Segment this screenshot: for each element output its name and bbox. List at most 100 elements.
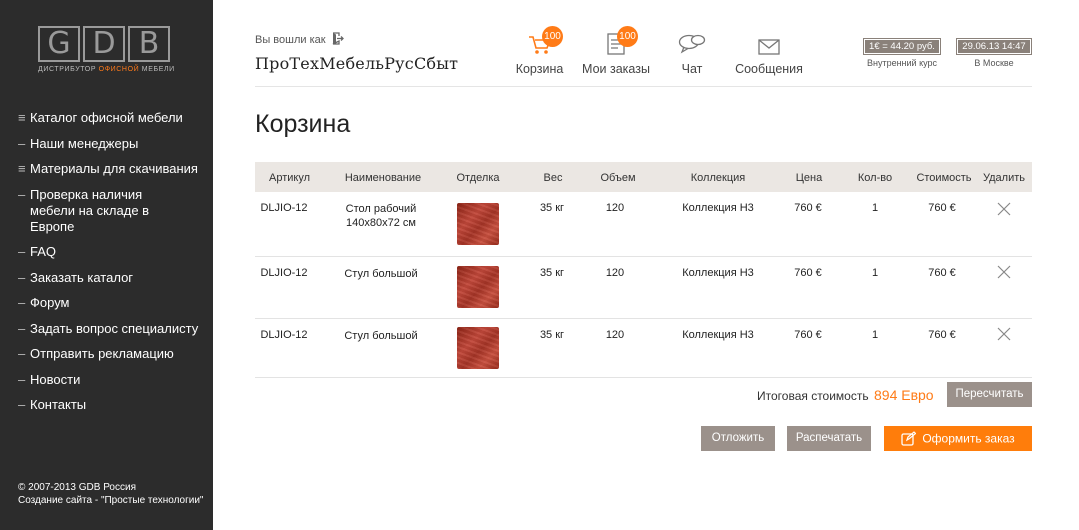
nav-chat-label: Чат xyxy=(681,62,703,76)
dash-icon: – xyxy=(18,397,26,412)
dash-icon: – xyxy=(18,371,26,387)
logout-icon[interactable] xyxy=(332,32,344,48)
cell-weight: 35 кг xyxy=(539,329,565,341)
finish-swatch[interactable] xyxy=(457,327,499,369)
sidebar-item-ask-specialist[interactable]: – Задать вопрос специалисту xyxy=(18,321,198,337)
cell-price: 760 € xyxy=(794,202,822,214)
logo[interactable]: G D B ДИСТРИБУТОР ОФИСНОЙ МЕБЕЛИ xyxy=(38,26,178,73)
sidebar-item-forum[interactable]: – Форум xyxy=(18,295,198,311)
copyright-text: © 2007-2013 GDB Россия xyxy=(18,482,136,493)
cell-qty[interactable]: 1 xyxy=(860,329,890,341)
cell-volume: 120 xyxy=(605,202,625,214)
finish-swatch[interactable] xyxy=(457,203,499,245)
sidebar-item-stock-check[interactable]: – Проверка наличия мебели на складе в Евр… xyxy=(18,187,198,235)
sidebar-item-label: Материалы для скачивания xyxy=(30,161,198,176)
page-title: Корзина xyxy=(255,110,351,138)
cell-weight: 35 кг xyxy=(539,267,565,279)
sidebar-item-contacts[interactable]: – Контакты xyxy=(18,397,198,413)
cell-qty[interactable]: 1 xyxy=(860,202,890,214)
dash-icon: – xyxy=(18,269,26,285)
orders-count-badge: 100 xyxy=(617,26,638,47)
col-header-name: Наименование xyxy=(344,172,422,184)
menu-expand-icon: ≡ xyxy=(18,161,26,176)
cell-name: Стул большой xyxy=(344,268,418,280)
sidebar-menu: ≡ Каталог офисной мебели – Наши менеджеры … xyxy=(18,110,198,423)
nav-chat[interactable]: Чат xyxy=(672,28,712,76)
cell-qty[interactable]: 1 xyxy=(860,267,890,279)
sidebar-item-downloads[interactable]: ≡ Материалы для скачивания xyxy=(18,161,198,177)
dash-icon: – xyxy=(18,244,26,259)
nav-my-orders-label: Мои заказы xyxy=(582,62,650,76)
sidebar: G D B ДИСТРИБУТОР ОФИСНОЙ МЕБЕЛИ ≡ Катало… xyxy=(0,0,213,530)
finish-swatch[interactable] xyxy=(457,266,499,308)
cell-price: 760 € xyxy=(794,329,822,341)
postpone-button[interactable]: Отложить xyxy=(701,426,775,451)
tagline-accent: ОФИСНОЙ xyxy=(98,66,140,73)
tagline-part: МЕБЕЛИ xyxy=(139,66,175,73)
sidebar-item-label: Заказать каталог xyxy=(30,269,134,285)
nav-cart-label: Корзина xyxy=(515,62,564,76)
logo-letter: D xyxy=(83,26,125,62)
nav-messages-label: Сообщения xyxy=(735,62,803,76)
col-header-volume: Объем xyxy=(600,172,636,184)
checkout-button[interactable]: Оформить заказ xyxy=(884,426,1032,451)
sidebar-item-complaint[interactable]: – Отправить рекламацию xyxy=(18,346,198,362)
col-header-finish: Отделка xyxy=(456,172,500,184)
cell-weight: 35 кг xyxy=(539,202,565,214)
datetime-value: 29.06.13 14:47 xyxy=(956,38,1032,55)
dash-icon: – xyxy=(18,295,26,310)
recalculate-button[interactable]: Пересчитать xyxy=(947,382,1032,407)
cell-article: DLJIO-12 xyxy=(260,329,308,341)
datetime-caption: В Москве xyxy=(974,58,1014,68)
logo-letter: G xyxy=(38,26,80,62)
sidebar-item-label: FAQ xyxy=(30,244,57,259)
chat-icon xyxy=(678,33,706,58)
sidebar-item-label: Проверка наличия мебели на складе в Евро… xyxy=(30,186,150,234)
sidebar-item-catalog[interactable]: ≡ Каталог офисной мебели xyxy=(18,110,198,126)
cart-count-badge: 100 xyxy=(542,26,563,47)
total-value: 894 Евро xyxy=(874,387,934,403)
col-header-article: Артикул xyxy=(268,172,310,184)
nav-messages[interactable]: Сообщения xyxy=(733,28,805,76)
dash-icon: – xyxy=(18,320,26,336)
site-credit-link[interactable]: Создание сайта - "Простые технологии" xyxy=(18,494,203,507)
exchange-rate-value: 1€ = 44.20 руб. xyxy=(863,38,941,55)
nav-my-orders[interactable]: 100 Мои заказы xyxy=(581,26,651,76)
sidebar-item-label: Задать вопрос специалисту xyxy=(30,320,199,336)
sidebar-item-faq[interactable]: – FAQ xyxy=(18,244,198,260)
sidebar-item-label: Форум xyxy=(30,295,70,310)
cell-collection: Коллекция Н3 xyxy=(682,202,754,214)
sidebar-footer: © 2007-2013 GDB Россия Создание сайта - … xyxy=(18,481,203,507)
col-header-weight: Вес xyxy=(543,172,563,184)
cell-name: Стул большой xyxy=(344,330,418,342)
col-header-collection: Коллекция xyxy=(690,172,746,184)
sidebar-item-label: Контакты xyxy=(30,397,87,412)
table-row: DLJIO-12 Стул большой 35 кг 120 Коллекци… xyxy=(255,257,1032,319)
header-divider xyxy=(255,86,1032,87)
delete-icon[interactable] xyxy=(997,202,1011,216)
company-name: ПроТехМебельРусСбыт xyxy=(255,54,459,73)
sidebar-item-label: Наши менеджеры xyxy=(30,135,139,151)
dash-icon: – xyxy=(18,346,26,361)
exchange-rate-box: 1€ = 44.20 руб. Внутренний курс xyxy=(862,36,942,68)
menu-expand-icon: ≡ xyxy=(18,110,26,125)
col-header-delete: Удалить xyxy=(983,172,1025,184)
exchange-rate-caption: Внутренний курс xyxy=(866,58,938,68)
sidebar-item-news[interactable]: – Новости xyxy=(18,372,198,388)
cell-article: DLJIO-12 xyxy=(260,267,308,279)
logged-in-label: Вы вошли как xyxy=(255,34,326,46)
sidebar-item-label: Новости xyxy=(30,371,81,387)
cell-name: Стол рабочий 140x80x72 см xyxy=(345,203,417,229)
nav-cart[interactable]: 100 Корзина xyxy=(512,26,567,76)
logo-tagline: ДИСТРИБУТОР ОФИСНОЙ МЕБЕЛИ xyxy=(38,66,178,73)
sidebar-item-managers[interactable]: – Наши менеджеры xyxy=(18,136,198,152)
print-button[interactable]: Распечатать xyxy=(787,426,871,451)
delete-icon[interactable] xyxy=(997,327,1011,341)
cell-volume: 120 xyxy=(605,267,625,279)
cell-collection: Коллекция Н3 xyxy=(682,329,754,341)
sidebar-item-label: Отправить рекламацию xyxy=(30,346,174,361)
col-header-cost: Стоимость xyxy=(916,172,972,184)
cell-collection: Коллекция Н3 xyxy=(682,267,754,279)
delete-icon[interactable] xyxy=(997,265,1011,279)
sidebar-item-order-catalog[interactable]: – Заказать каталог xyxy=(18,270,198,286)
